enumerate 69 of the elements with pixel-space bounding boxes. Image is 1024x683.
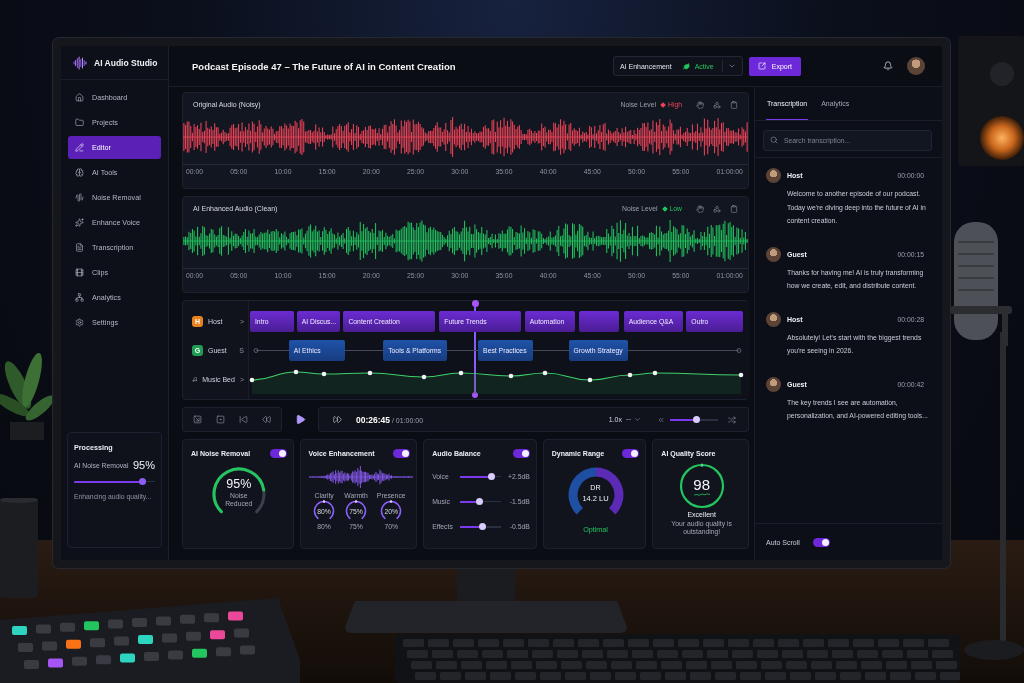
hand-icon[interactable] xyxy=(696,204,704,213)
speaker-avatar xyxy=(766,246,781,262)
fast-forward-icon[interactable] xyxy=(333,415,342,424)
slider-thumb[interactable] xyxy=(692,416,700,423)
timeline-clip[interactable] xyxy=(578,311,620,332)
curve-point[interactable] xyxy=(367,370,373,376)
curve-point[interactable] xyxy=(587,377,593,383)
mini-sparkline xyxy=(693,493,710,496)
chevron-down-icon[interactable] xyxy=(727,62,736,70)
curve-point[interactable] xyxy=(627,372,633,378)
square-arrow-icon xyxy=(757,62,766,70)
pencil-icon xyxy=(75,143,84,152)
curve-point[interactable] xyxy=(508,373,514,379)
square-dot-icon[interactable] xyxy=(216,415,225,424)
toggle-switch[interactable] xyxy=(269,449,287,458)
caret-icon[interactable] xyxy=(634,416,641,423)
bell-icon[interactable] xyxy=(883,61,893,71)
slider-thumb[interactable] xyxy=(479,523,487,530)
rewind-icon[interactable] xyxy=(262,415,271,424)
toggle-switch[interactable] xyxy=(812,537,830,547)
playhead-handle[interactable] xyxy=(471,300,479,307)
skip-back-icon[interactable] xyxy=(239,415,248,424)
film-icon xyxy=(75,268,84,277)
toggle-switch[interactable] xyxy=(622,449,640,458)
knob-ring[interactable] xyxy=(345,500,367,522)
curve-point[interactable] xyxy=(652,370,658,376)
app-name: AI Audio Studio xyxy=(94,57,158,68)
waveform-icon xyxy=(75,193,84,202)
score-ring xyxy=(678,463,725,509)
toggle-switch[interactable] xyxy=(393,449,411,458)
brain-icon xyxy=(75,168,84,177)
speaker-avatar xyxy=(766,168,781,183)
clipboard-icon[interactable] xyxy=(730,100,738,109)
home-icon xyxy=(75,93,84,102)
speaker-avatar xyxy=(766,376,781,392)
document-icon xyxy=(75,243,84,252)
folder-icon xyxy=(75,118,84,127)
slider-thumb[interactable] xyxy=(487,473,495,480)
hand-icon[interactable] xyxy=(696,100,704,109)
chevrons-left-icon[interactable] xyxy=(657,415,665,424)
sparkles-icon xyxy=(75,218,84,227)
music-note-icon xyxy=(192,375,198,384)
settings-icon xyxy=(75,318,84,327)
play-icon[interactable] xyxy=(294,414,306,425)
user-avatar[interactable] xyxy=(907,57,925,75)
curve-point[interactable] xyxy=(542,370,548,376)
square-arrow-icon[interactable] xyxy=(193,415,202,424)
knob-ring[interactable] xyxy=(380,500,403,522)
shapes-icon[interactable] xyxy=(713,204,721,213)
network-icon xyxy=(75,293,84,302)
knob-ring[interactable] xyxy=(313,500,336,522)
curve-point[interactable] xyxy=(293,369,299,375)
slider-thumb[interactable] xyxy=(476,498,484,505)
clipboard-icon[interactable] xyxy=(730,204,738,213)
page-title: Podcast Episode 47 – The Future of AI in Content Creation xyxy=(192,60,456,72)
shuffle-icon[interactable] xyxy=(728,415,736,424)
curve-point[interactable] xyxy=(321,371,327,377)
score-value: 98 xyxy=(693,476,710,493)
curve-point[interactable] xyxy=(249,377,255,383)
gauge-value: 95% xyxy=(226,476,252,491)
curve-point[interactable] xyxy=(421,374,427,380)
logo-icon xyxy=(73,55,87,70)
curve-point[interactable] xyxy=(738,372,744,378)
search-icon xyxy=(770,135,778,144)
speaker-avatar xyxy=(766,311,781,327)
curve-point[interactable] xyxy=(458,370,464,376)
progress-value: 95% xyxy=(132,459,155,471)
shapes-icon[interactable] xyxy=(713,100,721,109)
toggle-switch[interactable] xyxy=(512,449,530,458)
